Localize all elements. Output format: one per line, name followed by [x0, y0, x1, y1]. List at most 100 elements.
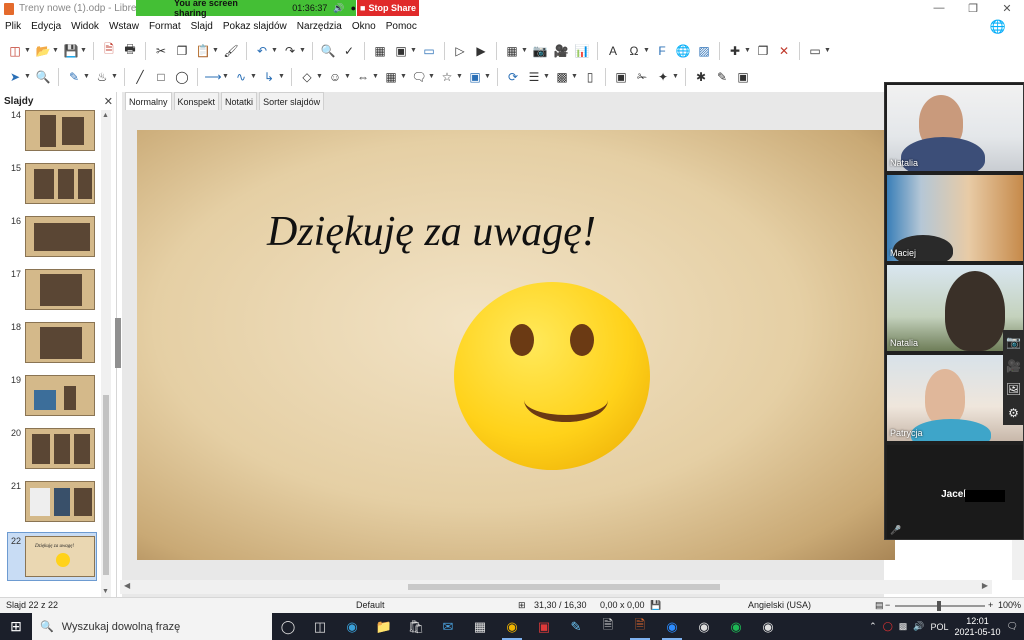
export-pdf-icon[interactable]: 🗎 [100, 42, 118, 60]
slide-thumbnail-15[interactable]: 15 [0, 163, 100, 211]
video-icon[interactable]: 🎥 [1006, 359, 1021, 373]
callouts-icon[interactable]: 🗨 [410, 68, 428, 86]
table-icon[interactable]: ▦ [503, 42, 521, 60]
arrow-line-icon[interactable]: ⟶ [204, 68, 222, 86]
pen-icon[interactable]: ✎ [560, 613, 592, 640]
participant-tile[interactable]: Jacek 🎤 [887, 445, 1023, 539]
shield-icon[interactable]: ● [351, 3, 356, 13]
image-icon[interactable]: 📷 [531, 42, 549, 60]
scroll-left-icon[interactable]: ◀ [124, 581, 130, 590]
special-character-icon[interactable]: Ω [625, 42, 643, 60]
basic-shapes-icon[interactable]: ◇ [298, 68, 316, 86]
tab-outline[interactable]: Konspekt [173, 92, 220, 110]
menu-tools[interactable]: Narzędzia [292, 21, 347, 32]
align-icon[interactable]: ☰ [525, 68, 543, 86]
editor-horizontal-scrollbar[interactable]: ◀ ▶ [120, 580, 992, 594]
save-icon[interactable]: 💾 [62, 42, 80, 60]
network-icon[interactable]: ▩ [899, 621, 908, 632]
find-replace-icon[interactable]: 🔍 [319, 42, 337, 60]
master-slide-name[interactable]: Default [356, 600, 385, 610]
clock[interactable]: 12:01 2021-05-10 [955, 616, 1001, 638]
start-current-slide-icon[interactable]: ▶ [472, 42, 490, 60]
menu-edit[interactable]: Edycja [26, 21, 66, 32]
smiley-face-icon[interactable] [454, 282, 650, 470]
stars-icon[interactable]: ☆ [438, 68, 456, 86]
display-views-icon[interactable]: ▣ [392, 42, 410, 60]
symbol-shapes-icon[interactable]: ☺ [326, 68, 344, 86]
scrollbar-thumb[interactable] [103, 395, 109, 575]
distribute-icon[interactable]: ▯ [581, 68, 599, 86]
open-icon[interactable]: 📂 [34, 42, 52, 60]
slide-layout-icon[interactable]: ▭ [806, 42, 824, 60]
zoom-in-icon[interactable]: + [988, 600, 993, 610]
zoom-slider-knob[interactable] [937, 601, 941, 611]
volume-icon[interactable]: 🔊 [913, 621, 924, 632]
stop-share-button[interactable]: ■ Stop Share [357, 0, 419, 16]
filter-icon[interactable]: ✦ [654, 68, 672, 86]
scroll-up-icon[interactable]: ▲ [102, 112, 109, 119]
spotify-icon[interactable]: ◉ [720, 613, 752, 640]
slide-thumbnail-19[interactable]: 19 [0, 375, 100, 423]
print-icon[interactable]: 🖶 [121, 42, 139, 60]
line-icon[interactable]: ╱ [131, 68, 149, 86]
slide-title[interactable]: Dziękuję za uwagę! [267, 208, 596, 256]
slide-thumbnail-14[interactable]: 14 [0, 110, 100, 158]
transformations-icon[interactable]: ▨ [695, 42, 713, 60]
media-icon[interactable]: 🎥 [552, 42, 570, 60]
3d-objects-icon[interactable]: ▣ [466, 68, 484, 86]
flowchart-icon[interactable]: ▦ [382, 68, 400, 86]
discord-icon[interactable]: ◉ [752, 613, 784, 640]
copy-icon[interactable]: ❐ [173, 42, 191, 60]
line-color-icon[interactable]: ✎ [65, 68, 83, 86]
language-status[interactable]: Angielski (USA) [748, 600, 811, 610]
slide-thumbnail-20[interactable]: 20 [0, 428, 100, 476]
participant-video[interactable]: Natalia [887, 85, 1023, 171]
shield-icon[interactable]: ◯ [883, 621, 893, 632]
slide-thumbnail-18[interactable]: 18 [0, 322, 100, 370]
tab-normal[interactable]: Normalny [125, 92, 172, 110]
screen-sharing-bar[interactable]: You are screen sharing 01:36:37 🔊 ● [136, 0, 356, 18]
game-icon[interactable]: ◉ [688, 613, 720, 640]
participant-video[interactable]: Maciej [887, 175, 1023, 261]
toggle-extrusion-icon[interactable]: ✱ [692, 68, 710, 86]
arrange-icon[interactable]: ▩ [553, 68, 571, 86]
crop-icon[interactable]: ✁ [633, 68, 651, 86]
input-language[interactable]: POL [931, 622, 949, 632]
duplicate-slide-icon[interactable]: ❐ [754, 42, 772, 60]
tab-notes[interactable]: Notatki [221, 92, 258, 110]
slide-thumbnail-16[interactable]: 16 [0, 216, 100, 264]
edge-icon[interactable]: ◉ [336, 613, 368, 640]
connector-icon[interactable]: ↳ [260, 68, 278, 86]
gear-icon[interactable]: ⚙ [1008, 406, 1019, 420]
menu-help[interactable]: Pomoc [381, 21, 422, 32]
tab-slide-sorter[interactable]: Sorter slajdów [259, 92, 325, 110]
menu-insert[interactable]: Wstaw [104, 21, 144, 32]
master-slide-icon[interactable]: ▭ [420, 42, 438, 60]
slide-canvas[interactable]: Dziękuję za uwagę! [137, 130, 895, 560]
menu-view[interactable]: Widok [66, 21, 104, 32]
block-arrows-icon[interactable]: ⇔ [354, 68, 372, 86]
scroll-right-icon[interactable]: ▶ [982, 581, 988, 590]
volume-icon[interactable]: 🔊 [333, 3, 344, 14]
fontwork-icon[interactable]: F [653, 42, 671, 60]
pane-collapse-handle[interactable] [115, 318, 121, 368]
document-modified-icon[interactable]: 💾 [650, 600, 661, 611]
teams-icon[interactable]: ▣ [528, 613, 560, 640]
paste-icon[interactable]: 📋 [194, 42, 212, 60]
slide-thumbnail-21[interactable]: 21 [0, 481, 100, 529]
windows-start-icon[interactable]: ⊞ [0, 613, 32, 640]
zoom-out-icon[interactable]: − [885, 600, 890, 610]
libreoffice-icon[interactable]: 🗎 [624, 613, 656, 640]
zoom-app-icon[interactable]: ◉ [656, 613, 688, 640]
store-icon[interactable]: 🛍 [400, 613, 432, 640]
gallery-icon[interactable]: 🖼 [1006, 382, 1021, 396]
notifications-icon[interactable]: 🗨 [1007, 621, 1018, 632]
menu-slide[interactable]: Slajd [186, 21, 218, 32]
undo-icon[interactable]: ↶ [253, 42, 271, 60]
rectangle-icon[interactable]: □ [152, 68, 170, 86]
zoom-level[interactable]: 100% [998, 600, 1021, 610]
calculator-icon[interactable]: ▦ [464, 613, 496, 640]
scrollbar-thumb[interactable] [408, 584, 720, 590]
menu-format[interactable]: Format [144, 21, 186, 32]
new-slide-icon[interactable]: ✚ [726, 42, 744, 60]
